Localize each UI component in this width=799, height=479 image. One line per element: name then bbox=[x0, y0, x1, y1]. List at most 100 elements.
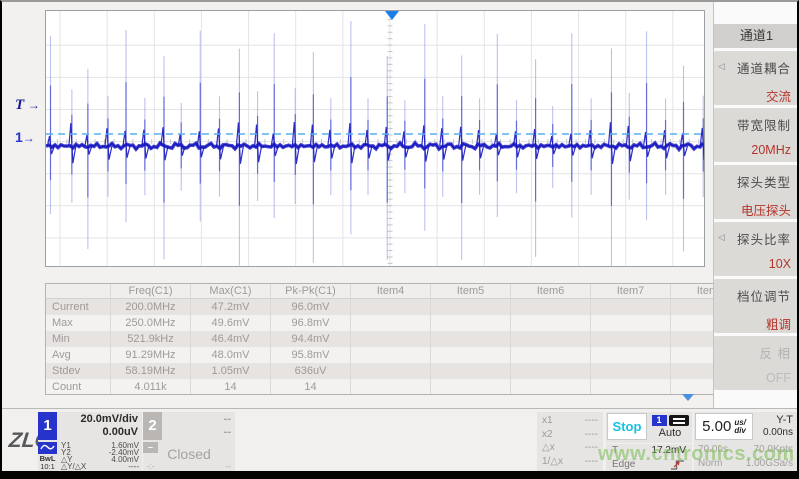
trigger-coupling-icon bbox=[669, 415, 689, 426]
ch2-coupling-icon: – bbox=[143, 442, 158, 453]
menu-items: ◁通道耦合交流带宽限制20MHz探头类型电压探头◁探头比率10X档位调节粗调反 … bbox=[714, 51, 799, 390]
trigger-delay: 0.00ns bbox=[754, 427, 793, 439]
menu-item[interactable]: ◁探头比率10X bbox=[714, 222, 799, 276]
oscilloscope-app: T → 1→ Freq(C1)Max(C1)Pk-Pk(C1)Item4Item… bbox=[0, 0, 799, 479]
measurement-value bbox=[350, 299, 430, 315]
measurement-header-row: Freq(C1)Max(C1)Pk-Pk(C1)Item4Item5Item6I… bbox=[46, 284, 714, 299]
column-header: Item4 bbox=[350, 284, 430, 298]
timebase-scale[interactable]: 5.00 us/ div bbox=[695, 413, 753, 440]
measurement-value bbox=[590, 299, 670, 315]
measurement-value: 46.4mV bbox=[190, 331, 270, 347]
measurement-value: 96.0mV bbox=[270, 299, 350, 315]
trigger-mode: Auto bbox=[648, 427, 692, 439]
menu-item-value: OFF bbox=[714, 362, 799, 385]
menu-item[interactable]: 档位调节粗调 bbox=[714, 279, 799, 333]
measurement-value bbox=[350, 363, 430, 379]
column-header: Pk-Pk(C1) bbox=[270, 284, 350, 298]
measurement-value: 636uV bbox=[270, 363, 350, 379]
display-mode: Y-T bbox=[754, 414, 793, 427]
measurement-value bbox=[350, 379, 430, 395]
menu-item[interactable]: 探头类型电压探头 bbox=[714, 165, 799, 219]
ch2-offset: -- bbox=[162, 426, 231, 439]
trigger-level-marker[interactable]: T → bbox=[15, 97, 40, 114]
ac-coupling-icon bbox=[38, 442, 57, 454]
row-label: Current bbox=[46, 299, 110, 315]
cursor-readout: △Y/△X---- bbox=[61, 463, 139, 470]
menu-item[interactable]: 带宽限制20MHz bbox=[714, 108, 799, 162]
corner-cell bbox=[46, 284, 110, 298]
measurement-value bbox=[670, 315, 714, 331]
measurement-value: 91.29MHz bbox=[110, 347, 190, 363]
trigger-position-marker[interactable] bbox=[385, 11, 399, 20]
x-cursor-readout: x1----x2----△x----1/△x---- bbox=[537, 412, 603, 471]
measurement-value bbox=[670, 299, 714, 315]
measurement-value bbox=[670, 347, 714, 363]
measurement-value: 48.0mV bbox=[190, 347, 270, 363]
menu-item[interactable]: ◁通道耦合交流 bbox=[714, 51, 799, 105]
waveform-plot bbox=[46, 11, 704, 266]
measurement-value bbox=[590, 363, 670, 379]
menu-item-label: 通道耦合 bbox=[714, 51, 799, 77]
measurement-row: Stdev58.19MHz1.05mV636uV bbox=[46, 363, 714, 379]
waveform-display[interactable] bbox=[45, 10, 705, 267]
measurement-table: Freq(C1)Max(C1)Pk-Pk(C1)Item4Item5Item6I… bbox=[45, 283, 714, 395]
measurement-value bbox=[670, 331, 714, 347]
measurement-value bbox=[350, 347, 430, 363]
measurement-value: 58.19MHz bbox=[110, 363, 190, 379]
measurement-value: 521.9kHz bbox=[110, 331, 190, 347]
trigger-source-badge: 1 bbox=[652, 415, 667, 426]
channel2-badge[interactable]: 2 bbox=[143, 412, 162, 440]
table-scroll-down-icon[interactable] bbox=[682, 394, 694, 401]
row-label: Max bbox=[46, 315, 110, 331]
channel2-status[interactable]: 2 -- -- – Closed -:- -- bbox=[143, 412, 235, 471]
measurement-value bbox=[510, 363, 590, 379]
measurement-value: 49.6mV bbox=[190, 315, 270, 331]
measurement-value bbox=[430, 299, 510, 315]
measurement-row: Avg91.29MHz48.0mV95.8mV bbox=[46, 347, 714, 363]
run-state-indicator[interactable]: Stop bbox=[607, 413, 647, 440]
menu-item-value: 20MHz bbox=[714, 134, 799, 157]
row-label: Stdev bbox=[46, 363, 110, 379]
measurement-value: 14 bbox=[270, 379, 350, 395]
measurement-value bbox=[350, 315, 430, 331]
row-label: Avg bbox=[46, 347, 110, 363]
channel1-ground-marker[interactable]: 1→ bbox=[15, 129, 35, 145]
measurement-value: 1.05mV bbox=[190, 363, 270, 379]
measurement-value bbox=[350, 331, 430, 347]
measurement-value bbox=[430, 363, 510, 379]
column-header: Item8 bbox=[670, 284, 714, 298]
measurement-value bbox=[430, 379, 510, 395]
measurement-value: 250.0MHz bbox=[110, 315, 190, 331]
channel1-status[interactable]: 1 20.0mV/div 0.00uV BwL 10:1 Y11.60mVY2-… bbox=[38, 412, 142, 471]
menu-item[interactable]: 反 相OFF bbox=[714, 336, 799, 390]
measurement-value bbox=[510, 379, 590, 395]
menu-item-label: 反 相 bbox=[714, 336, 799, 362]
measurement-value bbox=[590, 379, 670, 395]
menu-item-value: 交流 bbox=[714, 77, 799, 105]
measurement-value bbox=[430, 315, 510, 331]
menu-item-value: 电压探头 bbox=[714, 191, 799, 219]
ch2-scale: -- bbox=[162, 413, 231, 426]
channel-menu: 通道1 ◁通道耦合交流带宽限制20MHz探头类型电压探头◁探头比率10X档位调节… bbox=[713, 2, 799, 408]
y-cursor-readout: Y11.60mVY2-2.40mV△Y4.00mV△Y/△X---- bbox=[57, 442, 142, 471]
right-arrow-icon: → bbox=[28, 98, 40, 112]
column-header: Item7 bbox=[590, 284, 670, 298]
ch1-offset: 0.00uV bbox=[57, 426, 138, 439]
measurement-value bbox=[510, 347, 590, 363]
measurement-value bbox=[430, 347, 510, 363]
measurement-value bbox=[590, 315, 670, 331]
channel1-badge[interactable]: 1 bbox=[38, 412, 57, 440]
menu-item-label: 带宽限制 bbox=[714, 108, 799, 134]
measurement-value bbox=[670, 363, 714, 379]
ch2-aux-left: -:- bbox=[147, 462, 155, 471]
right-arrow-icon: → bbox=[23, 131, 35, 145]
measurement-value: 200.0MHz bbox=[110, 299, 190, 315]
column-header: Max(C1) bbox=[190, 284, 270, 298]
measurement-value: 47.2mV bbox=[190, 299, 270, 315]
measurement-value bbox=[590, 331, 670, 347]
expand-arrow-icon: ◁ bbox=[718, 61, 725, 72]
measurement-value: 14 bbox=[190, 379, 270, 395]
measurement-row: Current200.0MHz47.2mV96.0mV bbox=[46, 299, 714, 315]
column-header: Item6 bbox=[510, 284, 590, 298]
measurement-value: 94.4mV bbox=[270, 331, 350, 347]
